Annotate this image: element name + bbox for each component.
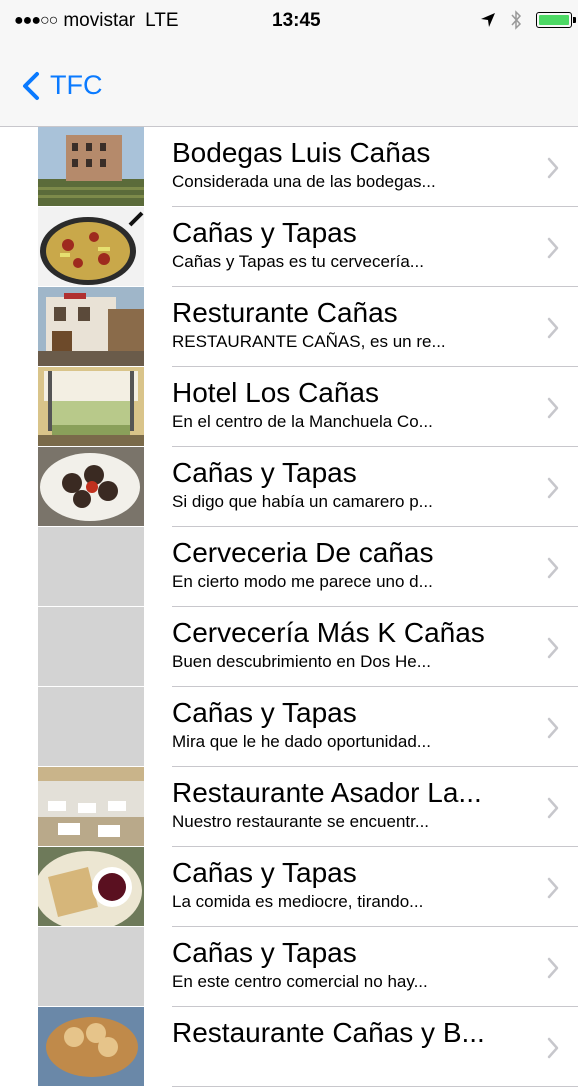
list-item-10[interactable]: Cañas y Tapas La comida es mediocre, tir… xyxy=(0,847,578,927)
list-item-texts: Cerveceria De cañas En cierto modo me pa… xyxy=(172,537,522,593)
placeholder-image xyxy=(38,527,144,606)
hotel-room-photo xyxy=(38,367,144,446)
placeholder-image xyxy=(38,927,144,1006)
list-item-subtitle: En el centro de la Manchuela Co... xyxy=(172,412,433,431)
food-plate-photo xyxy=(38,447,144,526)
list-item-texts: Resturante Cañas RESTAURANTE CAÑAS, es u… xyxy=(172,297,522,353)
list-item-texts: Cañas y Tapas Cañas y Tapas es tu cervec… xyxy=(172,217,522,273)
chevron-right-icon xyxy=(547,1037,559,1059)
list-item-subtitle: Mira que le he dado oportunidad... xyxy=(172,732,431,751)
chevron-right-icon xyxy=(547,797,559,819)
restaurant-facade-photo xyxy=(38,287,144,366)
list-item-8[interactable]: Cañas y Tapas Mira que le he dado oportu… xyxy=(0,687,578,767)
battery-icon xyxy=(536,12,576,28)
back-button-label: TFC xyxy=(50,70,103,100)
list-item-texts: Restaurante Cañas y B... xyxy=(172,1017,522,1051)
signal-strength-icon: ●●●○○ xyxy=(14,12,58,29)
chevron-right-icon xyxy=(547,957,559,979)
list-item-title: Bodegas Luis Cañas xyxy=(172,137,431,168)
building-photo xyxy=(38,127,144,206)
list-item-12[interactable]: Restaurante Cañas y B... xyxy=(0,1007,578,1087)
list-item-title: Cañas y Tapas xyxy=(172,937,357,968)
list-item-title: Cervecería Más K Cañas xyxy=(172,617,485,648)
list-item-subtitle: Buen descubrimiento en Dos He... xyxy=(172,652,431,671)
carrier-name: movistar xyxy=(63,10,136,31)
chevron-right-icon xyxy=(547,557,559,579)
list-item-texts: Hotel Los Cañas En el centro de la Manch… xyxy=(172,377,522,433)
list-item-5[interactable]: Cañas y Tapas Si digo que había un camar… xyxy=(0,447,578,527)
network-type: LTE xyxy=(145,10,179,31)
chevron-right-icon xyxy=(547,477,559,499)
chevron-right-icon xyxy=(547,157,559,179)
list-item-texts: Bodegas Luis Cañas Considerada una de la… xyxy=(172,137,522,193)
results-list: Bodegas Luis Cañas Considerada una de la… xyxy=(0,127,578,1087)
paella-photo xyxy=(38,207,144,286)
list-item-subtitle: RESTAURANTE CAÑAS, es un re... xyxy=(172,332,446,351)
dining-hall-photo xyxy=(38,767,144,846)
chevron-right-icon xyxy=(547,397,559,419)
bread-basket-photo xyxy=(38,1007,144,1086)
chevron-right-icon xyxy=(547,317,559,339)
battery-level xyxy=(539,15,569,25)
chevron-right-icon xyxy=(547,637,559,659)
list-item-texts: Cervecería Más K Cañas Buen descubrimien… xyxy=(172,617,522,673)
list-item-subtitle: En cierto modo me parece uno d... xyxy=(172,572,433,591)
placeholder-image xyxy=(38,607,144,686)
list-item-subtitle: Considerada una de las bodegas... xyxy=(172,172,436,191)
list-item-subtitle: La comida es mediocre, tirando... xyxy=(172,892,424,911)
list-item-subtitle: Cañas y Tapas es tu cervecería... xyxy=(172,252,424,271)
battery-nub xyxy=(573,17,576,23)
list-item-subtitle: Si digo que había un camarero p... xyxy=(172,492,433,511)
back-button[interactable]: TFC xyxy=(22,70,102,101)
list-item-texts: Restaurante Asador La... Nuestro restaur… xyxy=(172,777,522,833)
list-item-title: Cañas y Tapas xyxy=(172,217,357,248)
location-arrow-icon xyxy=(481,13,495,27)
list-item-4[interactable]: Hotel Los Cañas En el centro de la Manch… xyxy=(0,367,578,447)
list-item-texts: Cañas y Tapas Mira que le he dado oportu… xyxy=(172,697,522,753)
list-item-title: Cerveceria De cañas xyxy=(172,537,434,568)
list-item-title: Resturante Cañas xyxy=(172,297,398,328)
list-item-title: Hotel Los Cañas xyxy=(172,377,380,408)
status-bar: ●●●○○ movistar LTE 13:45 xyxy=(0,0,578,40)
status-icons xyxy=(480,10,576,30)
chevron-right-icon xyxy=(547,237,559,259)
list-item-subtitle: Nuestro restaurante se encuentr... xyxy=(172,812,430,831)
status-time: 13:45 xyxy=(272,10,321,31)
list-item-1[interactable]: Bodegas Luis Cañas Considerada una de la… xyxy=(0,127,578,207)
list-item-2[interactable]: Cañas y Tapas Cañas y Tapas es tu cervec… xyxy=(0,207,578,287)
list-item-title: Cañas y Tapas xyxy=(172,457,357,488)
list-item-texts: Cañas y Tapas Si digo que había un camar… xyxy=(172,457,522,513)
placeholder-image xyxy=(38,687,144,766)
list-item-3[interactable]: Resturante Cañas RESTAURANTE CAÑAS, es u… xyxy=(0,287,578,367)
list-item-title: Restaurante Asador La... xyxy=(172,777,482,808)
bread-plate-photo xyxy=(38,847,144,926)
status-left: ●●●○○ movistar LTE xyxy=(14,10,179,32)
list-item-texts: Cañas y Tapas La comida es mediocre, tir… xyxy=(172,857,522,913)
list-item-7[interactable]: Cervecería Más K Cañas Buen descubrimien… xyxy=(0,607,578,687)
bluetooth-icon xyxy=(511,10,522,30)
navigation-bar: TFC xyxy=(0,40,578,127)
list-item-title: Cañas y Tapas xyxy=(172,857,357,888)
chevron-left-icon xyxy=(23,71,39,100)
list-item-texts: Cañas y Tapas En este centro comercial n… xyxy=(172,937,522,993)
list-item-9[interactable]: Restaurante Asador La... Nuestro restaur… xyxy=(0,767,578,847)
chevron-right-icon xyxy=(547,717,559,739)
list-item-title: Restaurante Cañas y B... xyxy=(172,1017,485,1048)
list-item-11[interactable]: Cañas y Tapas En este centro comercial n… xyxy=(0,927,578,1007)
list-item-subtitle: En este centro comercial no hay... xyxy=(172,972,428,991)
chevron-right-icon xyxy=(547,877,559,899)
list-item-6[interactable]: Cerveceria De cañas En cierto modo me pa… xyxy=(0,527,578,607)
list-item-title: Cañas y Tapas xyxy=(172,697,357,728)
